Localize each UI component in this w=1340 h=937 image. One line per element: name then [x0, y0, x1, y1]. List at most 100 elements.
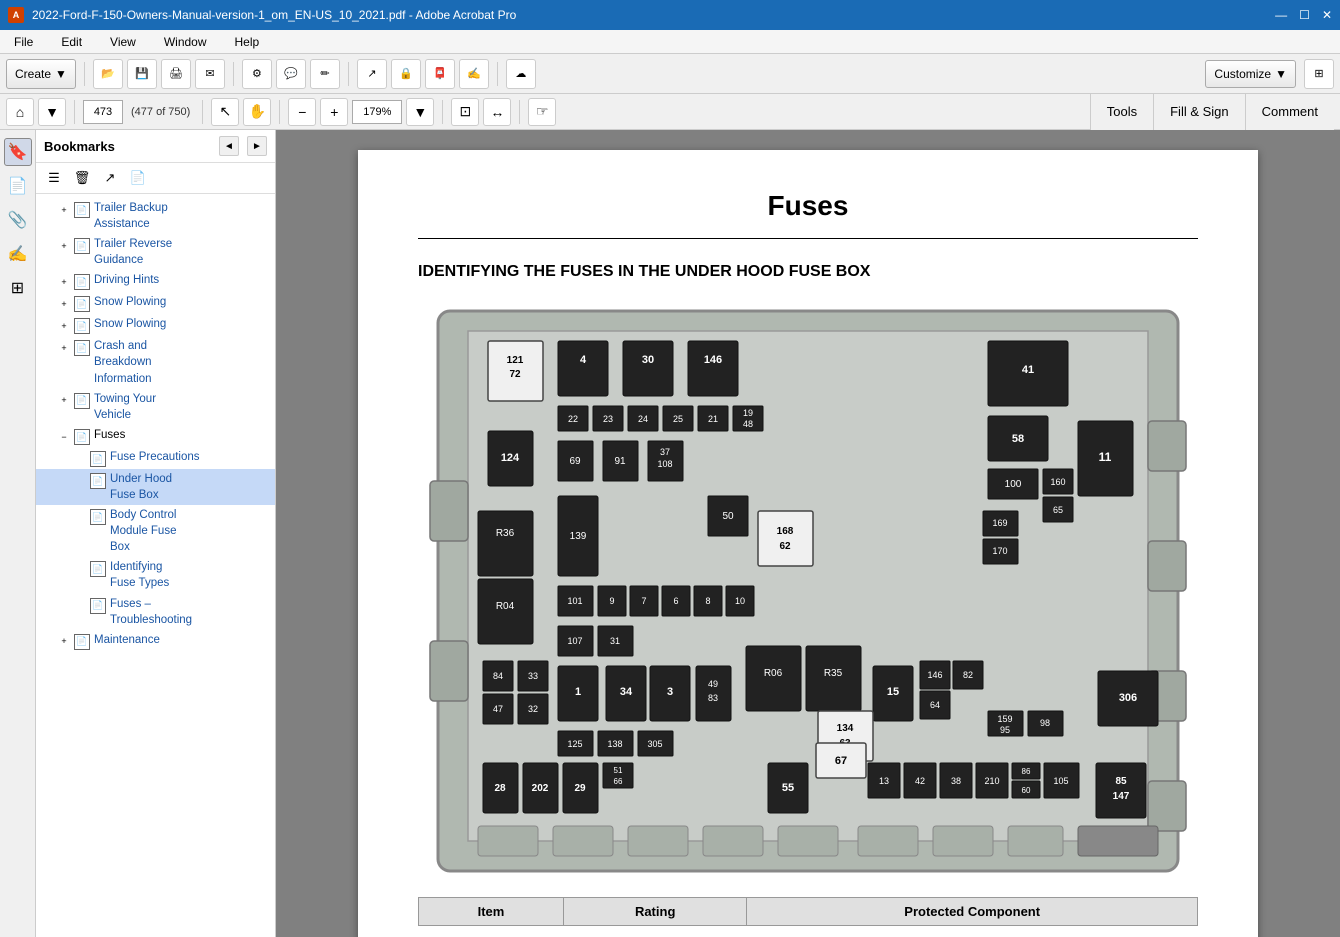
svg-text:6: 6: [673, 596, 678, 606]
bookmark-maintenance[interactable]: + 📄 Maintenance: [36, 630, 275, 652]
svg-text:R36: R36: [496, 528, 515, 539]
bookmark-trailer-backup[interactable]: + 📄 Trailer BackupAssistance: [36, 198, 275, 234]
sidebar-new-button[interactable]: 📄: [126, 167, 150, 189]
bookmark-page-icon-7: 📄: [74, 393, 90, 409]
bookmark-towing[interactable]: + 📄 Towing YourVehicle: [36, 389, 275, 425]
svg-text:R06: R06: [764, 668, 783, 679]
bookmark-label-fuses: Fuses: [94, 427, 125, 443]
sidebar-options-button[interactable]: ☰: [42, 167, 66, 189]
menu-edit[interactable]: Edit: [55, 33, 88, 51]
svg-text:72: 72: [509, 369, 521, 380]
bookmark-fuses-troubleshooting[interactable]: 📄 Fuses –Troubleshooting: [36, 594, 275, 630]
sidebar-back-button[interactable]: ◄: [219, 136, 239, 156]
svg-text:62: 62: [779, 541, 791, 552]
customize-label: Customize: [1214, 67, 1271, 81]
pan-tool-button[interactable]: ✋: [243, 98, 271, 126]
edit-button[interactable]: ✏: [310, 59, 340, 89]
expand-icon-towing[interactable]: +: [56, 393, 72, 409]
open-button[interactable]: 📂: [93, 59, 123, 89]
comment-panel-button[interactable]: Comment: [1245, 94, 1334, 130]
svg-text:306: 306: [1119, 692, 1137, 704]
sidebar-forward-button[interactable]: ►: [247, 136, 267, 156]
page-number-input[interactable]: 473: [83, 100, 123, 124]
sidebar-title: Bookmarks: [44, 139, 211, 154]
app-icon: A: [8, 7, 24, 23]
stamp-button[interactable]: 📮: [425, 59, 455, 89]
expand-icon-crash[interactable]: +: [56, 340, 72, 356]
toolbar-separator-1: [84, 62, 85, 86]
preferences-button[interactable]: ⚙: [242, 59, 272, 89]
pdf-content[interactable]: Fuses IDENTIFYING THE FUSES IN THE UNDER…: [276, 130, 1340, 937]
bookmark-body-control[interactable]: 📄 Body ControlModule FuseBox: [36, 505, 275, 557]
menu-help[interactable]: Help: [229, 33, 266, 51]
expand-icon-snow-1[interactable]: +: [56, 296, 72, 312]
fit-page-button[interactable]: ⊡: [451, 98, 479, 126]
protect-button[interactable]: 🔒: [391, 59, 421, 89]
zoom-dropdown-button[interactable]: ▼: [406, 98, 434, 126]
expand-icon-trailer-backup[interactable]: +: [56, 202, 72, 218]
svg-text:23: 23: [603, 414, 613, 424]
sidebar-delete-button[interactable]: 🗑: [70, 167, 94, 189]
pages-panel-icon[interactable]: 📄: [4, 172, 32, 200]
window-controls[interactable]: — ☐ ✕: [1275, 8, 1332, 22]
maximize-button[interactable]: ☐: [1299, 8, 1310, 22]
svg-text:169: 169: [992, 518, 1007, 528]
bookmark-crash-breakdown[interactable]: + 📄 Crash andBreakdownInformation: [36, 336, 275, 388]
bookmark-driving-hints[interactable]: + 📄 Driving Hints: [36, 270, 275, 292]
bookmark-page-icon-5: 📄: [74, 318, 90, 334]
save-button[interactable]: 💾: [127, 59, 157, 89]
create-dropdown-icon: ▼: [55, 67, 67, 81]
print-button[interactable]: 🖨: [161, 59, 191, 89]
minimize-button[interactable]: —: [1275, 8, 1287, 22]
bookmark-under-hood-fuse-box[interactable]: 📄 Under HoodFuse Box: [36, 469, 275, 505]
expand-icon-fuses[interactable]: −: [56, 429, 72, 445]
bookmark-identifying-fuse[interactable]: 📄 IdentifyingFuse Types: [36, 557, 275, 593]
sign-button[interactable]: ✍: [459, 59, 489, 89]
comment-button[interactable]: 💬: [276, 59, 306, 89]
fuse-box-svg: 121 72 4 30 146 41 22: [428, 301, 1188, 881]
page-info: (477 of 750): [127, 106, 194, 118]
create-button[interactable]: Create ▼: [6, 59, 76, 89]
cloud-button[interactable]: ☁: [506, 59, 536, 89]
zoom-out-button[interactable]: −: [288, 98, 316, 126]
zoom-input[interactable]: 179%: [352, 100, 402, 124]
menu-file[interactable]: File: [8, 33, 39, 51]
tools-button[interactable]: Tools: [1090, 94, 1153, 130]
bookmark-fuses[interactable]: − 📄 Fuses: [36, 425, 275, 447]
expand-icon-maintenance[interactable]: +: [56, 634, 72, 650]
share-button[interactable]: ↗: [357, 59, 387, 89]
bookmark-snow-plowing-1[interactable]: + 📄 Snow Plowing: [36, 292, 275, 314]
bookmark-fuse-precautions[interactable]: 📄 Fuse Precautions: [36, 447, 275, 469]
zoom-in-button[interactable]: +: [320, 98, 348, 126]
signatures-panel-icon[interactable]: ✍: [4, 240, 32, 268]
customize-button[interactable]: Customize ▼: [1205, 60, 1296, 88]
attachments-panel-icon[interactable]: 📎: [4, 206, 32, 234]
bookmark-label-snow-1: Snow Plowing: [94, 294, 166, 310]
bookmark-page-icon-9: 📄: [90, 451, 106, 467]
window-expand-button[interactable]: ⊞: [1304, 59, 1334, 89]
fill-sign-button[interactable]: Fill & Sign: [1153, 94, 1245, 130]
close-button[interactable]: ✕: [1322, 8, 1332, 22]
marquee-zoom-button[interactable]: ☞: [528, 98, 556, 126]
svg-text:51: 51: [614, 766, 623, 775]
svg-text:67: 67: [835, 755, 847, 767]
select-tool-button[interactable]: ↖: [211, 98, 239, 126]
nav-back-button[interactable]: ▼: [38, 98, 66, 126]
fit-width-button[interactable]: ↔: [483, 98, 511, 126]
expand-icon-under-hood: [72, 473, 88, 489]
sidebar-expand-button[interactable]: ↗: [98, 167, 122, 189]
menu-view[interactable]: View: [104, 33, 142, 51]
email-button[interactable]: ✉: [195, 59, 225, 89]
toolbar-separator-3: [348, 62, 349, 86]
svg-text:138: 138: [607, 739, 622, 749]
menu-window[interactable]: Window: [158, 33, 213, 51]
bookmarks-panel-icon[interactable]: 🔖: [4, 138, 32, 166]
expand-icon-trailer-reverse[interactable]: +: [56, 238, 72, 254]
bookmark-snow-plowing-2[interactable]: + 📄 Snow Plowing: [36, 314, 275, 336]
layers-panel-icon[interactable]: ⊞: [4, 274, 32, 302]
bookmark-trailer-reverse[interactable]: + 📄 Trailer ReverseGuidance: [36, 234, 275, 270]
nav-sep-5: [519, 100, 520, 124]
nav-home-button[interactable]: ⌂: [6, 98, 34, 126]
expand-icon-snow-2[interactable]: +: [56, 318, 72, 334]
expand-icon-driving-hints[interactable]: +: [56, 274, 72, 290]
